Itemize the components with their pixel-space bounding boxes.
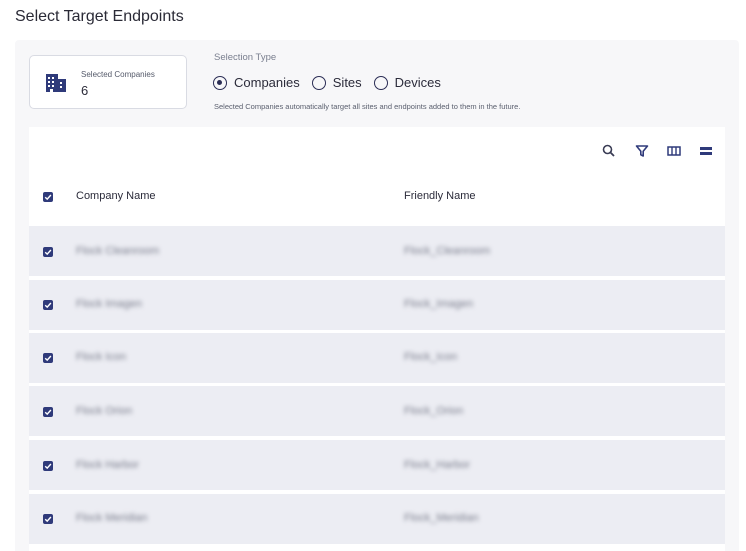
friendly-name-cell: Flock_Harbor xyxy=(404,459,471,471)
page-title: Select Target Endpoints xyxy=(15,8,184,25)
selected-companies-card: Selected Companies 6 xyxy=(29,55,187,109)
radio-sites[interactable]: Sites xyxy=(311,75,362,90)
selected-companies-label: Selected Companies xyxy=(81,70,155,79)
selected-companies-count: 6 xyxy=(81,83,89,98)
radio-devices[interactable]: Devices xyxy=(373,75,441,90)
friendly-name-cell: Flock_Cleanroom xyxy=(404,245,491,257)
table-row[interactable] xyxy=(29,386,725,438)
company-name-cell: Flock Icon xyxy=(76,351,127,363)
friendly-name-cell: Flock_Icon xyxy=(404,351,458,363)
selection-hint: Selected Companies automatically target … xyxy=(214,102,521,111)
select-all-checkbox[interactable] xyxy=(43,192,53,202)
row-checkbox[interactable] xyxy=(43,461,53,471)
friendly-name-cell: Flock_Imagen xyxy=(404,298,474,310)
friendly-name-cell: Flock_Orion xyxy=(404,405,464,417)
radio-unselected-icon[interactable] xyxy=(373,75,388,90)
row-checkbox[interactable] xyxy=(43,247,53,257)
company-name-cell: Flock Harbor xyxy=(76,459,139,471)
density-icon[interactable] xyxy=(698,143,714,159)
column-header-company-name[interactable]: Company Name xyxy=(76,190,155,202)
company-name-cell: Flock Meridian xyxy=(76,512,148,524)
radio-label-devices: Devices xyxy=(394,75,441,90)
selection-type-label: Selection Type xyxy=(214,52,277,63)
radio-selected-icon[interactable] xyxy=(213,75,227,90)
row-checkbox[interactable] xyxy=(43,514,53,524)
columns-icon[interactable] xyxy=(666,143,682,159)
column-header-friendly-name[interactable]: Friendly Name xyxy=(404,190,476,202)
building-icon xyxy=(45,73,67,98)
company-name-cell: Flock Imagen xyxy=(76,298,143,310)
row-checkbox[interactable] xyxy=(43,353,53,363)
company-name-cell: Flock Orion xyxy=(76,405,133,417)
row-checkbox[interactable] xyxy=(43,300,53,310)
radio-label-companies: Companies xyxy=(234,75,300,90)
friendly-name-cell: Flock_Meridian xyxy=(404,512,479,524)
filter-icon[interactable] xyxy=(634,143,650,159)
radio-label-sites: Sites xyxy=(332,75,362,90)
selection-type-group: Companies Sites Devices xyxy=(213,75,453,90)
table-row[interactable] xyxy=(29,333,725,385)
search-icon[interactable] xyxy=(601,143,617,159)
row-checkbox[interactable] xyxy=(43,407,53,417)
radio-companies[interactable]: Companies xyxy=(213,75,300,90)
radio-unselected-icon[interactable] xyxy=(311,75,326,90)
company-name-cell: Flock Cleanroom xyxy=(76,245,160,257)
